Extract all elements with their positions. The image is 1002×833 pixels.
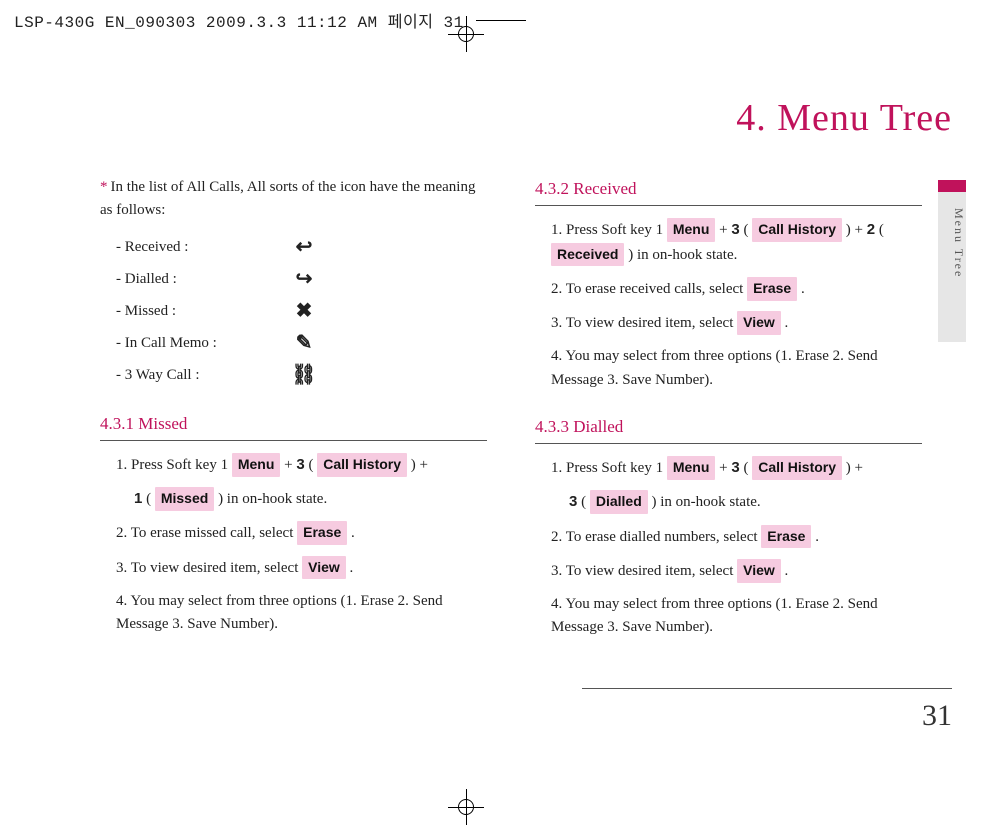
dialled-icon: ↪ (286, 264, 322, 295)
view-button-label: View (737, 559, 781, 583)
section-433-body: 1. Press Soft key 1 Menu + 3 ( Call Hist… (535, 456, 922, 640)
dialled-button-label: Dialled (590, 490, 648, 514)
received-icon: ↩ (286, 232, 322, 263)
call-history-button-label: Call History (752, 218, 842, 242)
s431-step1b: 1 ( Missed ) in on-hook state. (116, 487, 487, 511)
chapter-title: 4. Menu Tree (736, 96, 952, 140)
erase-button-label: Erase (297, 521, 347, 545)
right-column: 4.3.2 Received 1. Press Soft key 1 Menu … (535, 176, 922, 650)
view-button-label: View (302, 556, 346, 580)
section-431-head: 4.3.1 Missed (100, 411, 487, 441)
missed-icon: ✖ (286, 296, 322, 327)
s432-step4: 4. You may select from three options (1.… (551, 345, 922, 392)
menu-button-label: Menu (667, 218, 716, 242)
page-number: 31 (922, 699, 952, 733)
side-tab-label: Menu Tree (951, 208, 966, 278)
section-431-body: 1. Press Soft key 1 Menu + 3 ( Call Hist… (100, 453, 487, 637)
erase-button-label: Erase (747, 277, 797, 301)
call-history-button-label: Call History (317, 453, 407, 477)
legend-row-received: - Received : ↩ (116, 235, 487, 261)
legend-row-memo: - In Call Memo : ✎ (116, 331, 487, 357)
s432-step3: 3. To view desired item, select View . (551, 311, 922, 335)
s431-step4: 4. You may select from three options (1.… (116, 590, 487, 637)
s433-step1b: 3 ( Dialled ) in on-hook state. (551, 490, 922, 514)
print-header-text: LSP-430G EN_090303 2009.3.3 11:12 AM 페이지… (14, 8, 464, 32)
s433-step3: 3. To view desired item, select View . (551, 559, 922, 583)
s432-step2: 2. To erase received calls, select Erase… (551, 277, 922, 301)
legend-row-dialled: - Dialled : ↪ (116, 267, 487, 293)
s433-step2: 2. To erase dialled numbers, select Eras… (551, 525, 922, 549)
registration-mark-top (448, 16, 484, 52)
section-432-body: 1. Press Soft key 1 Menu + 3 ( Call Hist… (535, 218, 922, 392)
section-432-head: 4.3.2 Received (535, 176, 922, 206)
legend-row-3way: - 3 Way Call : ⛓ (116, 363, 487, 389)
menu-button-label: Menu (667, 456, 716, 480)
s433-step4: 4. You may select from three options (1.… (551, 593, 922, 640)
section-433-head: 4.3.3 Dialled (535, 414, 922, 444)
icon-legend-list: - Received : ↩ - Dialled : ↪ - Missed : … (116, 235, 487, 389)
legend-row-missed: - Missed : ✖ (116, 299, 487, 325)
received-button-label: Received (551, 243, 624, 267)
s432-step1: 1. Press Soft key 1 Menu + 3 ( Call Hist… (551, 218, 922, 267)
s431-step1: 1. Press Soft key 1 Menu + 3 ( Call Hist… (116, 453, 487, 477)
missed-button-label: Missed (155, 487, 214, 511)
call-history-button-label: Call History (752, 456, 842, 480)
asterisk-icon: * (100, 179, 108, 195)
view-button-label: View (737, 311, 781, 335)
side-accent-bar (938, 180, 966, 192)
registration-mark-bottom (448, 789, 484, 825)
three-way-icon: ⛓ (286, 360, 322, 391)
s431-step3: 3. To view desired item, select View . (116, 556, 487, 580)
s433-step1: 1. Press Soft key 1 Menu + 3 ( Call Hist… (551, 456, 922, 480)
left-column: *In the list of All Calls, All sorts of … (100, 176, 487, 650)
icon-legend-intro: *In the list of All Calls, All sorts of … (100, 176, 487, 223)
memo-icon: ✎ (286, 328, 322, 359)
menu-button-label: Menu (232, 453, 281, 477)
page-number-rule (582, 688, 952, 689)
erase-button-label: Erase (761, 525, 811, 549)
s431-step2: 2. To erase missed call, select Erase . (116, 521, 487, 545)
page-content: *In the list of All Calls, All sorts of … (100, 176, 922, 650)
